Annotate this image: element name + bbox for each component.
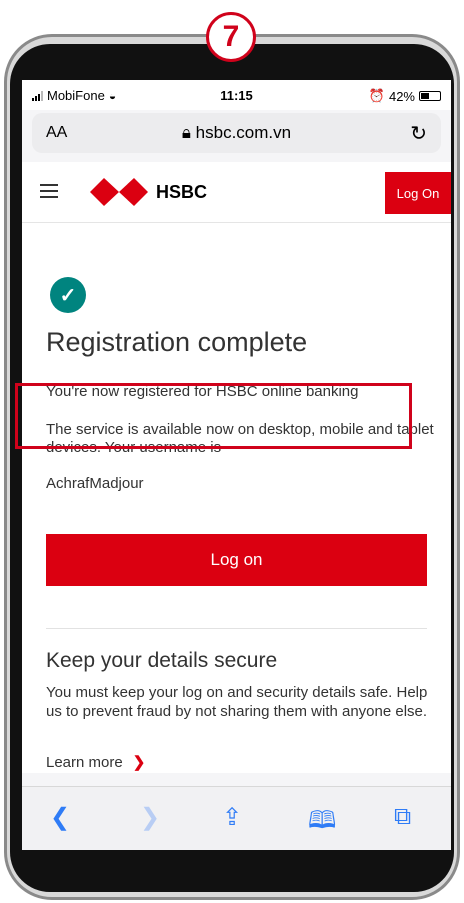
learn-more-link[interactable]: Learn more ❯ [46, 753, 146, 772]
alarm-icon: ⏰ [368, 88, 385, 103]
hexagon-logo-icon [90, 178, 148, 206]
header-logon-button[interactable]: Log On [385, 172, 451, 214]
divider [46, 628, 427, 629]
url-text[interactable]: 🔒︎ hsbc.com.vn [32, 123, 441, 143]
bookmarks-icon[interactable]: 🕮︎ [308, 803, 336, 844]
menu-icon[interactable] [40, 184, 58, 202]
highlight-box [15, 383, 412, 449]
url-value: hsbc.com.vn [195, 123, 292, 142]
log-on-button[interactable]: Log on [46, 534, 427, 586]
forward-icon[interactable]: ❯ [140, 803, 160, 832]
share-icon[interactable]: ⇪ [222, 803, 242, 832]
status-bar: MobiFone ◒ 11:15 ⏰ 42% [22, 80, 451, 110]
lock-icon: 🔒︎ [181, 123, 196, 142]
phone-screen: MobiFone ◒ 11:15 ⏰ 42% AA 🔒︎ hsbc.com.vn… [22, 80, 451, 850]
reload-icon[interactable]: ↻ [410, 121, 427, 146]
page-title: Registration complete [46, 327, 308, 357]
username-text: AchrafMadjour [46, 475, 144, 492]
step-badge: 7 [206, 12, 256, 62]
battery: ⏰ 42% [369, 88, 441, 104]
tabs-icon[interactable]: ⧉ [394, 803, 411, 831]
battery-icon [419, 91, 441, 101]
secure-text: You must keep your log on and security d… [46, 684, 428, 720]
main-content: ✓ Registration complete You're now regis… [22, 223, 451, 773]
brand-name: HSBC [156, 181, 208, 202]
address-bar[interactable]: AA 🔒︎ hsbc.com.vn ↻ [32, 113, 441, 153]
site-header: HSBC Log On [22, 162, 451, 223]
battery-percent: 42% [388, 88, 415, 104]
back-icon[interactable]: ❮ [50, 803, 70, 832]
chevron-right-icon: ❯ [132, 754, 146, 771]
learn-more-label: Learn more [46, 753, 123, 771]
secure-title: Keep your details secure [46, 649, 278, 672]
check-icon: ✓ [50, 277, 86, 313]
step-number: 7 [222, 20, 240, 53]
hsbc-logo[interactable]: HSBC [90, 178, 207, 206]
safari-toolbar: ❮ ❯ ⇪ 🕮︎ ⧉ [22, 786, 451, 850]
